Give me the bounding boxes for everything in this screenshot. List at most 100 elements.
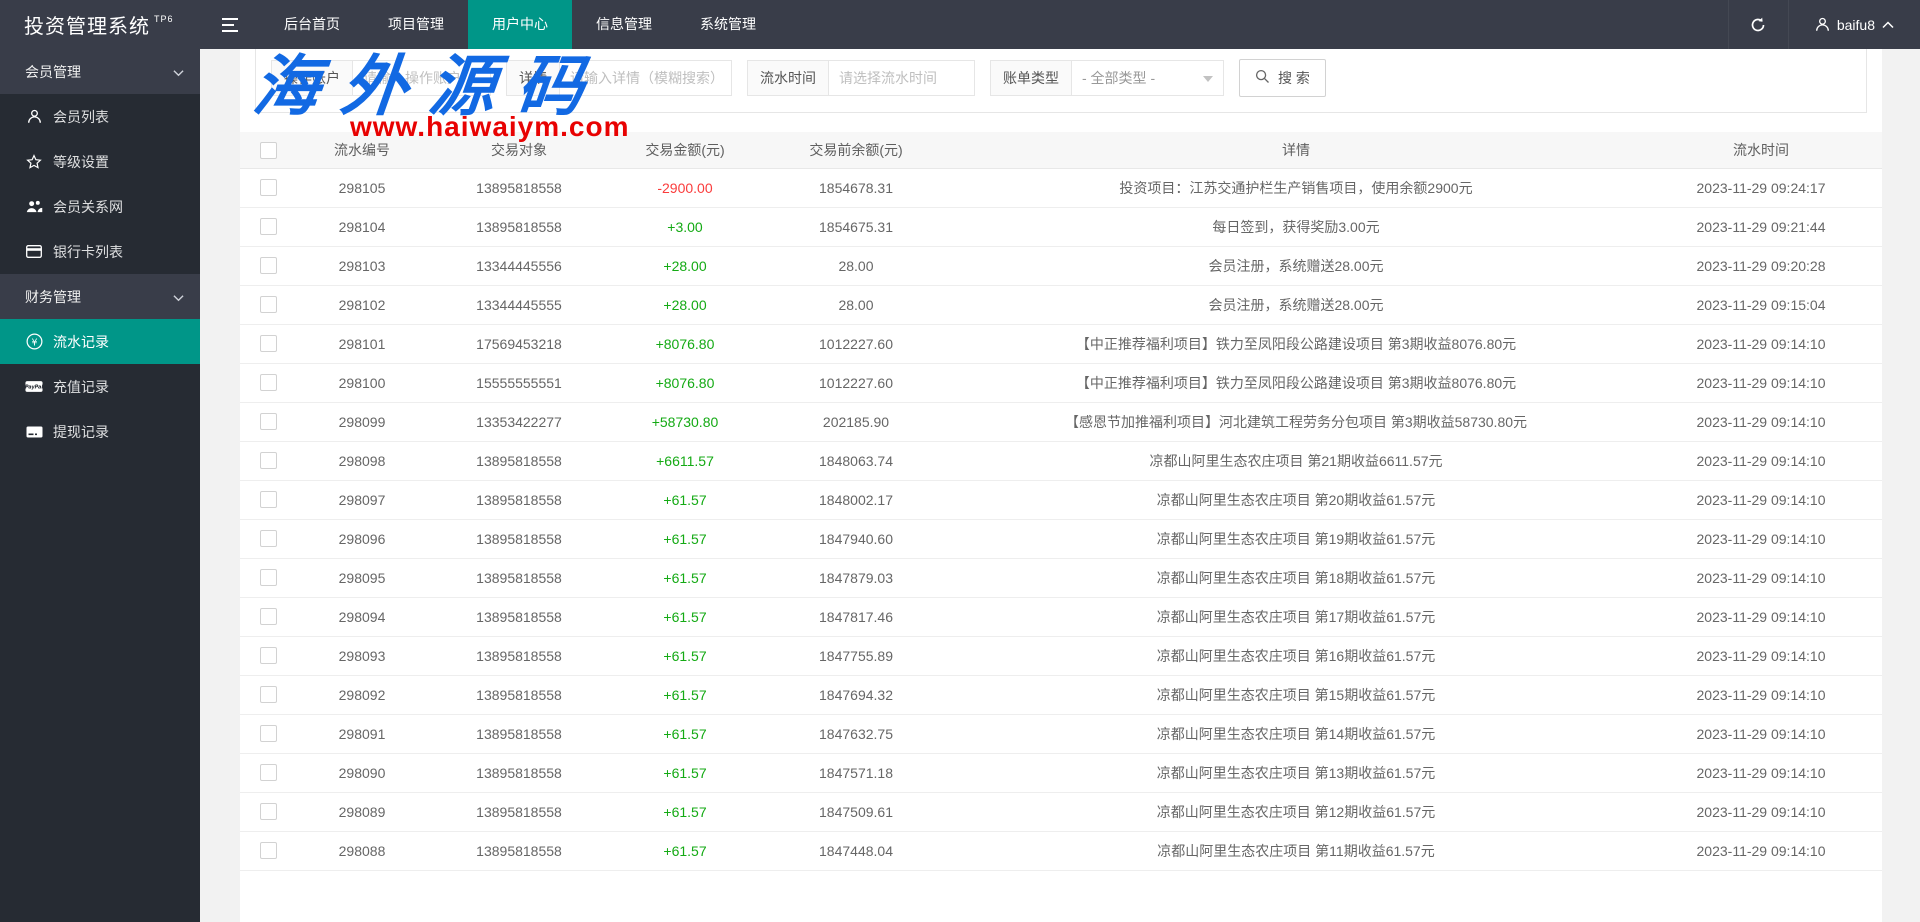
cell-time: 2023-11-29 09:14:10 bbox=[1640, 402, 1882, 441]
row-checkbox[interactable] bbox=[260, 179, 277, 196]
sidebar-item-label: 提现记录 bbox=[53, 422, 109, 442]
app-logo[interactable]: 投资管理系统 TP6 bbox=[0, 0, 200, 49]
row-checkbox[interactable] bbox=[260, 530, 277, 547]
sidebar-item-label: 会员列表 bbox=[53, 107, 109, 127]
main-nav: 后台首页项目管理用户中心信息管理系统管理 bbox=[260, 0, 780, 49]
search-input[interactable] bbox=[560, 60, 732, 96]
cell-serial: 298096 bbox=[296, 519, 428, 558]
row-checkbox[interactable] bbox=[260, 803, 277, 820]
cell-detail: 投资项目：江苏交通护栏生产销售项目，使用余额2900元 bbox=[952, 168, 1640, 207]
table-row: 298089 13895818558 +61.57 1847509.61 凉都山… bbox=[240, 792, 1882, 831]
sidebar-item[interactable]: 等级设置 bbox=[0, 139, 200, 184]
username: baifu8 bbox=[1837, 17, 1875, 33]
table-row: 298093 13895818558 +61.57 1847755.89 凉都山… bbox=[240, 636, 1882, 675]
cell-detail: 【感恩节加推福利项目】河北建筑工程劳务分包项目 第3期收益58730.80元 bbox=[952, 402, 1640, 441]
chevron-up-icon bbox=[1882, 21, 1894, 29]
content-card: 条件搜索 操作账户详情流水时间账单类型- 全部类型 -搜 索 海外源码 www.… bbox=[240, 27, 1882, 922]
users-icon bbox=[25, 199, 43, 214]
user-menu[interactable]: baifu8 bbox=[1788, 0, 1920, 49]
cell-detail: 凉都山阿里生态农庄项目 第11期收益61.57元 bbox=[952, 831, 1640, 870]
sidebar-group[interactable]: 会员管理 bbox=[0, 49, 200, 94]
row-checkbox[interactable] bbox=[260, 725, 277, 742]
cell-amount: +28.00 bbox=[610, 246, 760, 285]
column-header: 详情 bbox=[952, 132, 1640, 168]
user-icon bbox=[25, 109, 43, 124]
search-input[interactable] bbox=[829, 60, 975, 96]
cell-balance: 1847571.18 bbox=[760, 753, 952, 792]
cell-amount: +61.57 bbox=[610, 753, 760, 792]
sidebar-item[interactable]: 会员列表 bbox=[0, 94, 200, 139]
cell-time: 2023-11-29 09:20:28 bbox=[1640, 246, 1882, 285]
cell-detail: 凉都山阿里生态农庄项目 第21期收益6611.57元 bbox=[952, 441, 1640, 480]
row-checkbox[interactable] bbox=[260, 296, 277, 313]
row-checkbox[interactable] bbox=[260, 452, 277, 469]
cell-amount: +61.57 bbox=[610, 558, 760, 597]
app-version-badge: TP6 bbox=[154, 14, 174, 24]
nav-item[interactable]: 系统管理 bbox=[676, 0, 780, 49]
cell-amount: +6611.57 bbox=[610, 441, 760, 480]
cell-account: 13895818558 bbox=[428, 636, 610, 675]
sidebar-item[interactable]: 提现记录 bbox=[0, 409, 200, 454]
svg-text:PayPal: PayPal bbox=[25, 385, 43, 391]
header-actions: baifu8 bbox=[1728, 0, 1920, 49]
sidebar-item[interactable]: 会员关系网 bbox=[0, 184, 200, 229]
sidebar-group-label: 财务管理 bbox=[25, 287, 81, 307]
refresh-button[interactable] bbox=[1728, 0, 1788, 49]
row-checkbox[interactable] bbox=[260, 257, 277, 274]
cell-time: 2023-11-29 09:14:10 bbox=[1640, 441, 1882, 480]
table-row: 298097 13895818558 +61.57 1848002.17 凉都山… bbox=[240, 480, 1882, 519]
nav-item[interactable]: 项目管理 bbox=[364, 0, 468, 49]
cell-serial: 298104 bbox=[296, 207, 428, 246]
row-checkbox[interactable] bbox=[260, 374, 277, 391]
nav-item[interactable]: 后台首页 bbox=[260, 0, 364, 49]
row-checkbox[interactable] bbox=[260, 218, 277, 235]
row-checkbox[interactable] bbox=[260, 608, 277, 625]
row-checkbox[interactable] bbox=[260, 686, 277, 703]
sidebar-item[interactable]: ¥流水记录 bbox=[0, 319, 200, 364]
cell-balance: 1847509.61 bbox=[760, 792, 952, 831]
cell-amount: +28.00 bbox=[610, 285, 760, 324]
search-field-label: 流水时间 bbox=[747, 60, 829, 96]
row-checkbox[interactable] bbox=[260, 491, 277, 508]
bill-type-select[interactable]: - 全部类型 - bbox=[1072, 60, 1224, 96]
cell-detail: 凉都山阿里生态农庄项目 第15期收益61.57元 bbox=[952, 675, 1640, 714]
table-row: 298090 13895818558 +61.57 1847571.18 凉都山… bbox=[240, 753, 1882, 792]
paypal-icon: PayPal bbox=[25, 380, 43, 393]
cell-balance: 1847632.75 bbox=[760, 714, 952, 753]
search-input[interactable] bbox=[353, 60, 491, 96]
cell-time: 2023-11-29 09:14:10 bbox=[1640, 480, 1882, 519]
bank-card-icon bbox=[25, 245, 43, 258]
cell-amount: +61.57 bbox=[610, 792, 760, 831]
cell-amount: +61.57 bbox=[610, 519, 760, 558]
sidebar-item-label: 流水记录 bbox=[53, 332, 109, 352]
cell-account: 13344445555 bbox=[428, 285, 610, 324]
row-checkbox[interactable] bbox=[260, 842, 277, 859]
search-button[interactable]: 搜 索 bbox=[1239, 59, 1326, 97]
menu-toggle-icon[interactable] bbox=[200, 0, 260, 49]
nav-item[interactable]: 用户中心 bbox=[468, 0, 572, 49]
cell-time: 2023-11-29 09:14:10 bbox=[1640, 597, 1882, 636]
sidebar-item[interactable]: PayPal充值记录 bbox=[0, 364, 200, 409]
table-row: 298103 13344445556 +28.00 28.00 会员注册，系统赠… bbox=[240, 246, 1882, 285]
cell-balance: 1854675.31 bbox=[760, 207, 952, 246]
sidebar-item-label: 等级设置 bbox=[53, 152, 109, 172]
cell-time: 2023-11-29 09:14:10 bbox=[1640, 363, 1882, 402]
cell-amount: +61.57 bbox=[610, 597, 760, 636]
sidebar-item[interactable]: 银行卡列表 bbox=[0, 229, 200, 274]
cell-serial: 298091 bbox=[296, 714, 428, 753]
cell-balance: 1847755.89 bbox=[760, 636, 952, 675]
refresh-icon bbox=[1749, 16, 1767, 34]
row-checkbox[interactable] bbox=[260, 569, 277, 586]
cell-detail: 【中正推荐福利项目】铁力至凤阳段公路建设项目 第3期收益8076.80元 bbox=[952, 324, 1640, 363]
row-checkbox[interactable] bbox=[260, 647, 277, 664]
sidebar-group[interactable]: 财务管理 bbox=[0, 274, 200, 319]
cell-account: 13895818558 bbox=[428, 480, 610, 519]
table-header: 流水编号交易对象交易金额(元)交易前余额(元)详情流水时间 bbox=[240, 132, 1882, 168]
column-header: 交易金额(元) bbox=[610, 132, 760, 168]
row-checkbox[interactable] bbox=[260, 413, 277, 430]
row-checkbox[interactable] bbox=[260, 335, 277, 352]
row-checkbox[interactable] bbox=[260, 764, 277, 781]
select-all-checkbox[interactable] bbox=[260, 142, 277, 159]
nav-item[interactable]: 信息管理 bbox=[572, 0, 676, 49]
cell-detail: 凉都山阿里生态农庄项目 第18期收益61.57元 bbox=[952, 558, 1640, 597]
